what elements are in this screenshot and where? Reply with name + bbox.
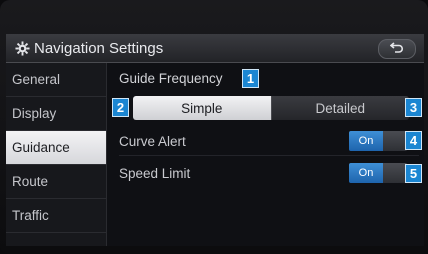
sidebar-item-guidance[interactable]: Guidance xyxy=(6,131,106,165)
callout-3: 3 xyxy=(405,98,422,117)
sidebar-item-traffic[interactable]: Traffic xyxy=(6,199,106,233)
title-bar: Navigation Settings xyxy=(6,34,424,63)
gear-icon xyxy=(14,40,30,56)
guidance-settings-panel: Guide Frequency Simple Detailed Curve Al… xyxy=(107,63,424,246)
speed-limit-row: Speed Limit On xyxy=(119,159,419,187)
guide-frequency-label: Guide Frequency xyxy=(119,71,223,86)
callout-2: 2 xyxy=(112,98,129,117)
sidebar-item-route[interactable]: Route xyxy=(6,165,106,199)
curve-alert-toggle-state: On xyxy=(349,131,383,151)
page-title: Navigation Settings xyxy=(34,39,164,57)
speed-limit-label: Speed Limit xyxy=(119,165,191,181)
sidebar-item-display[interactable]: Display xyxy=(6,97,106,131)
sidebar-item-general[interactable]: General xyxy=(6,63,106,97)
curve-alert-toggle[interactable]: On xyxy=(349,131,407,151)
speed-limit-toggle-state: On xyxy=(349,163,383,183)
navigation-settings-screen: Navigation Settings General Display Guid… xyxy=(6,34,424,246)
head-unit-frame: Navigation Settings General Display Guid… xyxy=(0,0,428,254)
toggle-knob xyxy=(383,131,407,151)
guide-frequency-selector: Simple Detailed xyxy=(133,96,409,120)
curve-alert-row: Curve Alert On xyxy=(119,127,419,156)
settings-sidebar: General Display Guidance Route Traffic xyxy=(6,63,107,246)
detailed-option-button[interactable]: Detailed xyxy=(270,96,409,120)
speed-limit-toggle[interactable]: On xyxy=(349,163,407,183)
curve-alert-label: Curve Alert xyxy=(119,133,186,149)
callout-4: 4 xyxy=(405,131,422,150)
toggle-knob xyxy=(383,163,407,183)
callout-1: 1 xyxy=(242,69,259,88)
back-arrow-icon xyxy=(389,40,404,58)
back-button[interactable] xyxy=(378,39,416,59)
callout-5: 5 xyxy=(405,164,422,183)
simple-option-button[interactable]: Simple xyxy=(133,96,271,120)
